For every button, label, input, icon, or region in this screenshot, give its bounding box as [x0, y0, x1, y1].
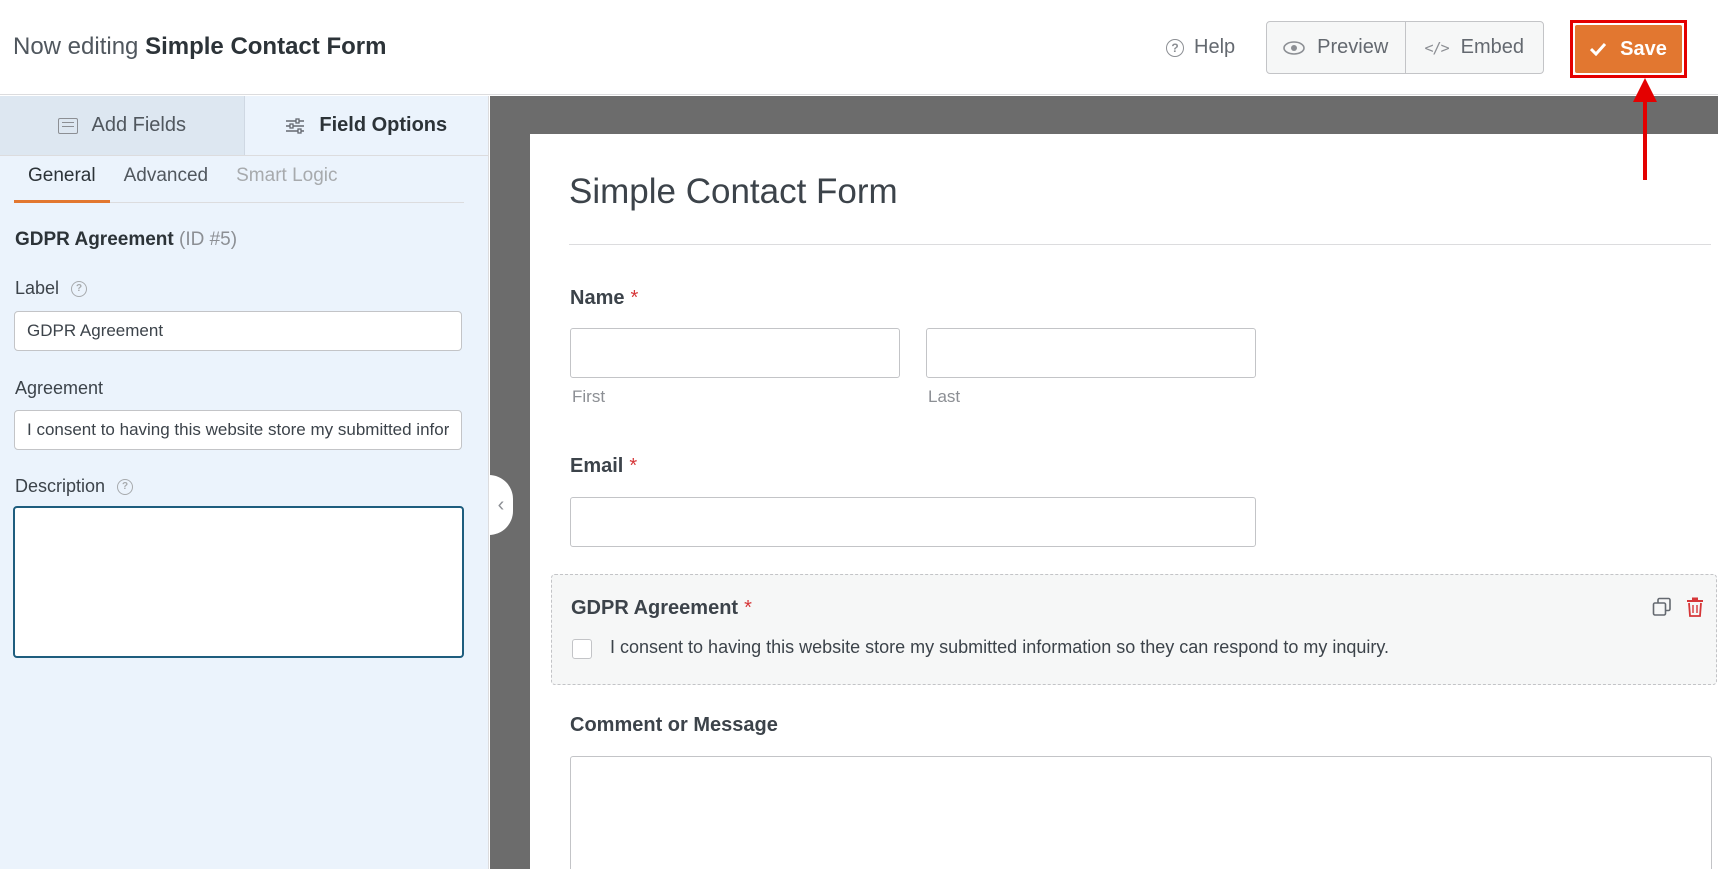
list-icon: [57, 117, 78, 134]
preview-button[interactable]: Preview: [1267, 22, 1405, 73]
annotation-arrow-head: [1633, 78, 1657, 102]
embed-button[interactable]: </> Embed: [1404, 22, 1544, 73]
agreement-title: Agreement: [15, 378, 104, 398]
checkmark-icon: [1590, 42, 1607, 56]
help-label: Help: [1194, 36, 1236, 58]
save-label: Save: [1620, 37, 1667, 60]
description-textarea[interactable]: [13, 506, 464, 658]
last-sublabel: Last: [928, 387, 961, 406]
gdpr-label-text: GDPR Agreement: [571, 597, 739, 619]
field-heading-name: GDPR Agreement: [15, 229, 174, 250]
question-circle-icon[interactable]: ?: [71, 280, 88, 297]
trash-icon[interactable]: [1686, 597, 1704, 617]
name-field-label[interactable]: Name *: [570, 287, 638, 310]
tab-add-fields-label: Add Fields: [91, 114, 187, 136]
agreement-input[interactable]: [14, 410, 462, 450]
label-input[interactable]: [14, 311, 462, 351]
description-title-text: Description: [15, 476, 106, 496]
annotation-arrow-line: [1643, 96, 1647, 180]
field-options-sidebar: Add Fields Field Options General Advance…: [0, 96, 489, 869]
label-title-text: Label: [15, 278, 60, 298]
editing-title: Now editing Simple Contact Form: [13, 33, 386, 61]
label-title: Label ?: [15, 278, 88, 299]
last-name-input[interactable]: [926, 328, 1256, 378]
gdpr-checkbox[interactable]: [572, 639, 592, 659]
field-heading: GDPR Agreement (ID #5): [15, 229, 237, 251]
save-button[interactable]: Save: [1575, 25, 1682, 73]
first-sublabel: First: [572, 387, 606, 406]
email-field-label[interactable]: Email *: [570, 455, 637, 478]
help-button[interactable]: ? Help: [1166, 36, 1235, 59]
tab-field-options-label: Field Options: [319, 114, 448, 136]
eye-icon: [1283, 40, 1305, 55]
subtab-smart-logic[interactable]: Smart Logic: [222, 161, 351, 203]
first-name-input[interactable]: [570, 328, 900, 378]
message-field-label[interactable]: Comment or Message: [570, 714, 778, 737]
required-mark: *: [629, 455, 638, 477]
question-circle-icon[interactable]: ?: [117, 478, 134, 495]
name-label-text: Name: [570, 287, 625, 309]
chevron-left-icon: ‹: [497, 493, 505, 516]
description-title: Description ?: [15, 476, 134, 497]
subtab-general[interactable]: General: [14, 161, 110, 203]
sliders-icon: [286, 117, 305, 134]
duplicate-icon[interactable]: [1652, 597, 1672, 617]
form-preview-canvas: Simple Contact Form Name * First Last Ema…: [530, 134, 1718, 869]
preview-embed-group: Preview </> Embed: [1266, 21, 1544, 74]
gdpr-field-label: GDPR Agreement *: [571, 597, 752, 620]
gdpr-field-selected[interactable]: GDPR Agreement * I consent to having this…: [551, 574, 1717, 685]
message-textarea[interactable]: [570, 756, 1712, 869]
sidebar-tabs: Add Fields Field Options: [0, 96, 488, 156]
required-mark: *: [630, 287, 639, 309]
question-circle-icon: ?: [1166, 38, 1184, 57]
email-input[interactable]: [570, 497, 1256, 547]
form-title-divider: [569, 244, 1711, 245]
preview-label: Preview: [1317, 36, 1389, 58]
tab-field-options[interactable]: Field Options: [244, 96, 488, 155]
editing-prefix: Now editing: [13, 33, 139, 60]
email-label-text: Email: [570, 455, 624, 477]
top-bar: Now editing Simple Contact Form ? Help P…: [0, 0, 1718, 95]
field-options-subtabs: General Advanced Smart Logic: [14, 161, 464, 203]
editing-form-name: Simple Contact Form: [145, 33, 387, 60]
subtab-advanced[interactable]: Advanced: [110, 161, 223, 203]
gdpr-consent-text: I consent to having this website store m…: [610, 637, 1390, 657]
field-heading-id: (ID #5): [179, 229, 238, 250]
tab-add-fields[interactable]: Add Fields: [0, 96, 245, 155]
embed-label: Embed: [1460, 36, 1524, 58]
form-title: Simple Contact Form: [569, 172, 898, 211]
code-icon: </>: [1424, 38, 1450, 57]
required-mark: *: [744, 597, 752, 619]
